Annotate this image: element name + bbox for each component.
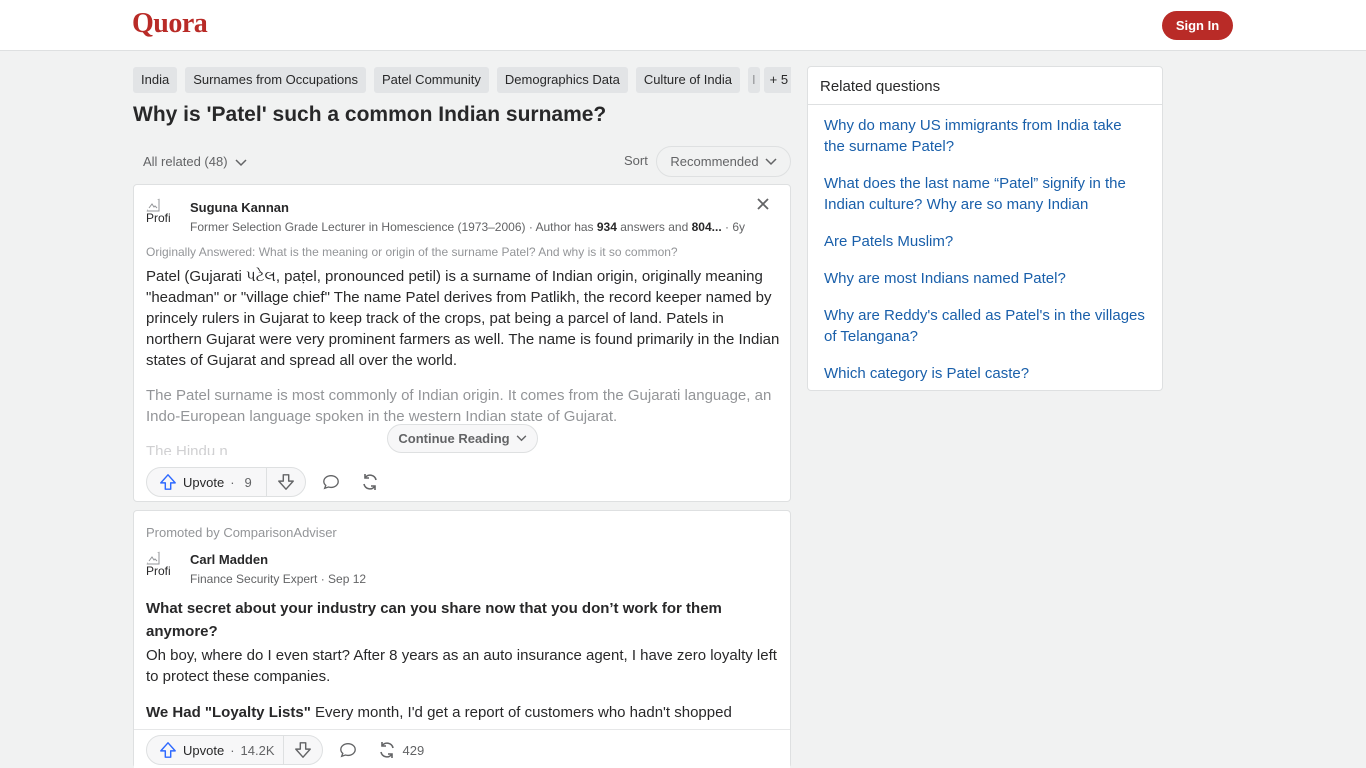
- reshare-icon: [377, 740, 397, 760]
- sticky-action-bar: Upvote · 14.2K 429: [134, 729, 790, 768]
- upvote-count: 14.2K: [240, 742, 275, 758]
- close-icon[interactable]: [756, 197, 770, 211]
- topic-surnames-from-occupations[interactable]: Surnames from Occupations: [185, 67, 366, 93]
- sort-label: Sort: [624, 153, 648, 168]
- author-avatar[interactable]: Profi: [146, 551, 182, 587]
- upvote-label: Upvote: [183, 474, 225, 490]
- author-avatar[interactable]: Profi: [146, 198, 182, 234]
- filter-label: All related (48): [143, 154, 228, 169]
- avatar-alt-text: Profi: [146, 564, 171, 578]
- related-questions-panel: Related questions Why do many US immigra…: [807, 66, 1163, 391]
- topic-more-button[interactable]: + 5: [763, 67, 791, 93]
- dot-separator: ·: [230, 474, 235, 490]
- all-related-filter[interactable]: All related (48): [143, 154, 247, 169]
- answer-paragraph: Oh boy, where do I even start? After 8 y…: [146, 647, 777, 685]
- downvote-arrow-icon: [277, 473, 295, 491]
- upvote-button[interactable]: Upvote · 9: [147, 468, 267, 496]
- share-button[interactable]: [360, 472, 380, 492]
- answer-time: · 6y: [721, 220, 745, 234]
- answer-paragraph-2: We Had "Loyalty Lists" Every month, I'd …: [146, 702, 781, 723]
- answer-paragraph: Patel (Gujarati પટેલ, paṭel, pronounced …: [146, 268, 780, 369]
- promoted-answer-card: Promoted by ComparisonAdviser Profi Carl…: [133, 510, 791, 768]
- originally-answered[interactable]: Originally Answered: What is the meaning…: [146, 245, 678, 259]
- topic-culture-of-india[interactable]: Culture of India: [635, 67, 740, 93]
- paragraph-rest: Every month, I'd get a report of custome…: [310, 704, 732, 721]
- question-title: Why is 'Patel' such a common Indian surn…: [133, 103, 607, 126]
- topic-list: India Surnames from Occupations Patel Comm…: [133, 67, 791, 93]
- share-button[interactable]: 429: [377, 740, 425, 760]
- related-question-link[interactable]: Why do many US immigrants from India tak…: [824, 115, 1146, 157]
- promoted-label[interactable]: Promoted by ComparisonAdviser: [146, 525, 337, 540]
- downvote-button[interactable]: [284, 736, 322, 764]
- continue-label: Continue Reading: [398, 431, 510, 446]
- answer-actions: Upvote · 9: [146, 467, 380, 497]
- views-count: 804...: [691, 220, 722, 234]
- related-question-link[interactable]: What does the last name “Patel” signify …: [824, 173, 1146, 215]
- answer-actions: Upvote · 14.2K 429: [146, 735, 424, 765]
- topic-truncated[interactable]: I: [747, 67, 760, 93]
- dot-separator: ·: [230, 742, 235, 758]
- sign-in-button[interactable]: Sign In: [1162, 11, 1233, 40]
- related-questions-title: Related questions: [808, 67, 1162, 105]
- reshare-icon: [360, 472, 380, 492]
- answer-paragraph-faded: The Patel surname is most commonly of In…: [146, 387, 772, 425]
- avatar-alt-text: Profi: [146, 211, 171, 225]
- vote-group: Upvote · 9: [146, 467, 306, 497]
- chevron-down-icon: [516, 435, 527, 442]
- answers-count: 934: [596, 220, 617, 234]
- promoted-question-title[interactable]: What secret about your industry can you …: [146, 597, 776, 643]
- topic-demographics-data[interactable]: Demographics Data: [496, 67, 628, 93]
- author-credentials: Former Selection Grade Lecturer in Homes…: [190, 220, 780, 234]
- chevron-down-icon: [235, 159, 247, 167]
- author-credentials: Finance Security Expert · Sep 12: [190, 572, 367, 586]
- upvote-button[interactable]: Upvote · 14.2K: [147, 736, 284, 764]
- cred-text: Former Selection Grade Lecturer in Homes…: [190, 220, 597, 234]
- author-name[interactable]: Carl Madden: [190, 552, 268, 567]
- vote-group: Upvote · 14.2K: [146, 735, 323, 765]
- paragraph-heading: We Had "Loyalty Lists": [146, 704, 311, 721]
- topic-patel-community[interactable]: Patel Community: [373, 67, 489, 93]
- continue-reading-button[interactable]: Continue Reading: [387, 424, 538, 453]
- related-questions-list: Why do many US immigrants from India tak…: [808, 105, 1162, 384]
- sort-value: Recommended: [670, 154, 759, 169]
- chevron-down-icon: [765, 157, 777, 166]
- upvote-count: 9: [244, 474, 252, 490]
- comment-button[interactable]: [339, 741, 357, 759]
- comment-icon: [339, 741, 357, 759]
- author-name[interactable]: Suguna Kannan: [190, 200, 289, 215]
- related-question-link[interactable]: Why are most Indians named Patel?: [824, 268, 1146, 289]
- answer-card: Profi Suguna Kannan Former Selection Gra…: [133, 184, 791, 502]
- comment-icon: [322, 473, 340, 491]
- related-question-link[interactable]: Are Patels Muslim?: [824, 231, 1146, 252]
- upvote-arrow-icon: [159, 473, 177, 491]
- topic-india[interactable]: India: [133, 67, 178, 93]
- upvote-arrow-icon: [159, 741, 177, 759]
- upvote-label: Upvote: [183, 742, 225, 758]
- top-header: Quora Sign In: [0, 0, 1366, 51]
- quora-logo[interactable]: Quora: [132, 8, 208, 40]
- related-question-link[interactable]: Why are Reddy's called as Patel's in the…: [824, 305, 1146, 347]
- share-count: 429: [402, 742, 425, 758]
- downvote-arrow-icon: [294, 741, 312, 759]
- comment-button[interactable]: [322, 473, 340, 491]
- downvote-button[interactable]: [267, 468, 305, 496]
- cred-text-mid: answers and: [616, 220, 692, 234]
- related-question-link[interactable]: Which category is Patel caste?: [824, 363, 1146, 384]
- sort-dropdown[interactable]: Recommended: [656, 146, 791, 177]
